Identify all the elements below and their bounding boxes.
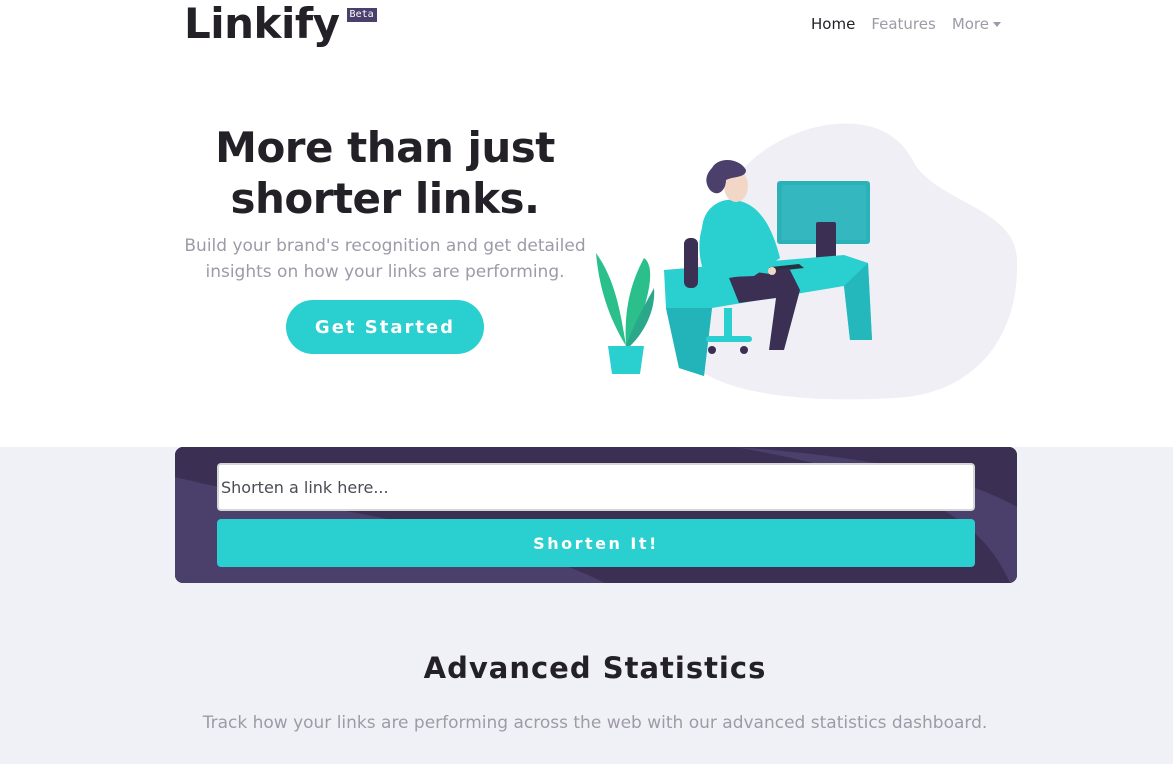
shorten-form: Shorten It! <box>175 447 1017 583</box>
beta-badge: Beta <box>346 8 377 22</box>
brand-logo[interactable]: Linkify Beta <box>184 0 377 50</box>
hero-title: More than just shorter links. <box>180 122 590 224</box>
nav-more-label: More <box>951 15 989 33</box>
stats-title: Advanced Statistics <box>423 651 767 685</box>
hero-title-line1: More than just <box>215 123 555 172</box>
get-started-button[interactable]: Get Started <box>286 300 484 354</box>
hero-title-line2: shorter links. <box>230 174 540 223</box>
brand-name: Linkify <box>184 0 340 48</box>
link-input[interactable] <box>217 463 975 511</box>
caret-down-icon <box>993 22 1001 27</box>
nav-more-dropdown[interactable]: More <box>952 12 1001 36</box>
main-nav: Home Features More <box>811 12 1001 36</box>
shorten-button[interactable]: Shorten It! <box>217 519 975 567</box>
stats-subtitle: Track how your links are performing acro… <box>202 713 988 733</box>
nav-home[interactable]: Home <box>811 12 855 36</box>
working-illustration <box>596 123 1018 400</box>
hero-subtitle: Build your brand's recognition and get d… <box>184 236 586 282</box>
nav-features[interactable]: Features <box>871 12 936 36</box>
